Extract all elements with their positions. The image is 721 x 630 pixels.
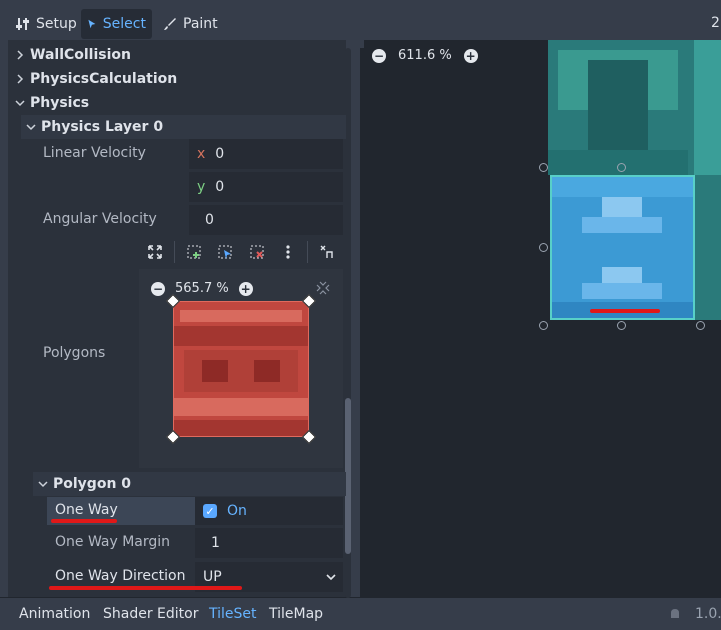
annotation-underline — [49, 586, 242, 590]
tile-handle[interactable] — [696, 321, 705, 330]
tab-tilemap[interactable]: TileMap — [269, 606, 323, 622]
linear-velocity-x-field[interactable]: x 0 — [189, 139, 343, 169]
one-way-direction-value: UP — [203, 569, 222, 585]
angular-velocity-field[interactable]: 0 — [189, 205, 343, 235]
center-view-icon[interactable] — [316, 281, 330, 295]
annotation-underline — [51, 519, 117, 523]
chevron-down-icon — [26, 124, 36, 131]
physics-layer-header[interactable]: Physics Layer 0 — [21, 115, 346, 139]
toolbar-separator — [174, 241, 175, 263]
version-text: 1.0.3 — [695, 606, 721, 622]
zoom-in-button[interactable]: + — [463, 48, 478, 63]
y-axis-label: y — [197, 179, 206, 195]
tab-shader-editor[interactable]: Shader Editor — [103, 606, 198, 622]
more-icon — [285, 245, 290, 259]
notification-icon[interactable] — [668, 607, 682, 621]
polygon0-title: Polygon 0 — [53, 476, 132, 492]
cursor-icon — [88, 19, 96, 29]
annotation-underline — [590, 309, 660, 313]
one-way-checkbox[interactable]: ✓ — [203, 504, 217, 518]
chevron-down-icon — [38, 481, 48, 488]
x-axis-label: x — [197, 146, 206, 162]
linear-velocity-y-field[interactable]: y 0 — [189, 172, 343, 202]
more-button[interactable] — [272, 235, 303, 269]
clear-icon — [320, 245, 334, 258]
edit-point-button[interactable] — [210, 235, 241, 269]
setup-icon — [16, 18, 29, 30]
paint-button[interactable]: Paint — [157, 9, 224, 39]
delete-point-icon — [250, 245, 264, 259]
section-wallcollision[interactable]: WallCollision — [14, 43, 352, 67]
toolbar-number: 2 — [711, 15, 720, 31]
viewport-zoom-controls: − 611.6 % + — [372, 48, 478, 63]
section-physicscalculation[interactable]: PhysicsCalculation — [14, 67, 352, 91]
one-way-margin-field[interactable]: 1 — [195, 528, 343, 558]
section-label: Physics — [30, 95, 90, 111]
edit-point-icon — [218, 245, 232, 259]
bottom-panel-tabs: Animation Shader Editor TileSet TileMap … — [0, 598, 721, 630]
linear-velocity-x-value: 0 — [215, 146, 225, 162]
zoom-out-button[interactable]: − — [372, 48, 386, 63]
tile-handle[interactable] — [539, 321, 548, 330]
add-point-button[interactable] — [179, 235, 210, 269]
brush-icon — [164, 18, 176, 30]
tile-handle[interactable] — [617, 321, 626, 330]
select-button[interactable]: Select — [81, 9, 152, 39]
polygon0-header[interactable]: Polygon 0 — [33, 472, 346, 496]
tile-atlas-viewport[interactable] — [364, 40, 721, 597]
tile-handle[interactable] — [539, 163, 548, 172]
angular-velocity-value: 0 — [205, 212, 214, 228]
one-way-label: One Way — [55, 502, 118, 518]
one-way-checkbox-field[interactable]: ✓ On — [195, 497, 343, 525]
chevron-down-icon — [326, 574, 336, 581]
toolbar-separator — [307, 241, 308, 263]
one-way-margin-value: 1 — [211, 535, 220, 551]
expand-icon — [147, 245, 162, 259]
setup-label: Setup — [36, 16, 77, 32]
chevron-down-icon — [15, 100, 25, 107]
one-way-value: On — [227, 503, 247, 519]
paint-label: Paint — [183, 16, 218, 32]
zoom-in-button[interactable]: + — [238, 281, 253, 296]
angular-velocity-label: Angular Velocity — [43, 211, 157, 227]
section-label: PhysicsCalculation — [30, 71, 178, 87]
atlas-tile-top — [548, 40, 721, 175]
one-way-margin-label: One Way Margin — [55, 534, 171, 550]
selected-tile-blue[interactable] — [550, 175, 695, 320]
select-label: Select — [102, 16, 146, 32]
tile-preview-red — [173, 301, 309, 437]
zoom-out-button[interactable]: − — [151, 281, 165, 296]
physics-layer-title: Physics Layer 0 — [41, 119, 164, 135]
viewport-zoom-value: 611.6 % — [398, 48, 452, 63]
delete-point-button[interactable] — [241, 235, 272, 269]
tab-animation[interactable]: Animation — [19, 606, 90, 622]
linear-velocity-label: Linear Velocity — [43, 145, 146, 161]
chevron-right-icon — [17, 50, 24, 60]
polygon-zoom-value: 565.7 % — [175, 281, 229, 296]
polygons-label: Polygons — [43, 345, 106, 361]
tile-handle[interactable] — [539, 243, 548, 252]
atlas-tile-right — [694, 175, 721, 320]
add-point-icon — [187, 245, 201, 259]
setup-button[interactable]: Setup — [10, 9, 83, 39]
tile-handle[interactable] — [617, 163, 626, 172]
one-way-direction-label: One Way Direction — [55, 568, 186, 584]
expand-button[interactable] — [139, 235, 170, 269]
tab-tileset[interactable]: TileSet — [209, 606, 257, 622]
clear-button[interactable] — [312, 235, 343, 269]
polygon-zoom-controls: − 565.7 % + — [151, 281, 253, 296]
section-label: WallCollision — [30, 47, 131, 63]
chevron-right-icon — [17, 74, 24, 84]
section-physics[interactable]: Physics — [14, 91, 352, 115]
polygon-editor-toolbar — [139, 235, 343, 269]
linear-velocity-y-value: 0 — [215, 179, 225, 195]
